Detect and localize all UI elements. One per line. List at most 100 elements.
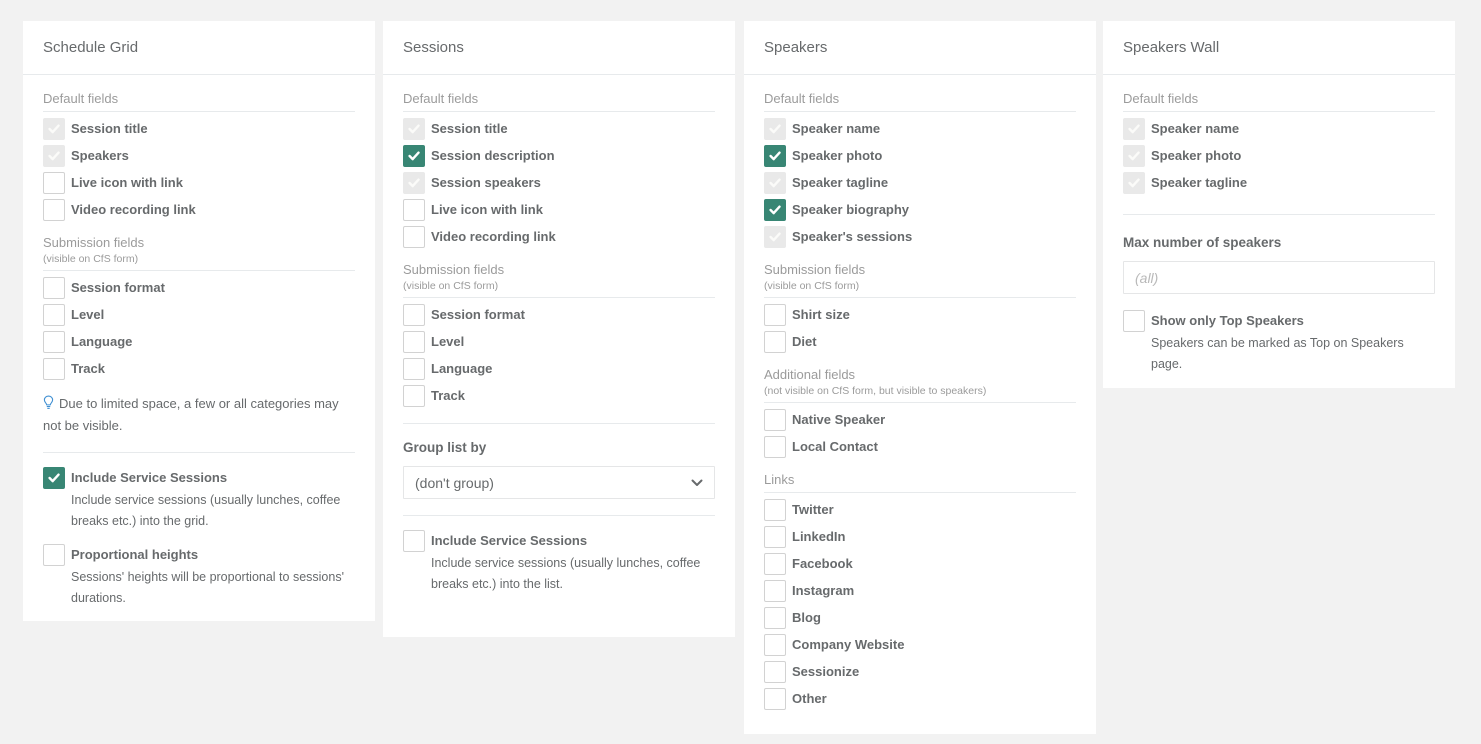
checkbox-text: Other — [792, 688, 1076, 710]
checkbox[interactable] — [43, 467, 65, 489]
checkbox-label[interactable]: Twitter — [792, 499, 834, 521]
checkbox-label[interactable]: Video recording link — [71, 199, 196, 221]
checkbox[interactable] — [43, 358, 65, 380]
check-icon — [1128, 124, 1140, 134]
checkbox[interactable] — [764, 634, 786, 656]
checkbox[interactable] — [764, 580, 786, 602]
check-icon — [769, 205, 781, 215]
checkbox-row: Language — [43, 331, 355, 353]
checkbox-text: Speaker's sessions — [792, 226, 1076, 248]
checkbox-label[interactable]: Session format — [71, 277, 165, 299]
checkbox-label[interactable]: Native Speaker — [792, 409, 885, 431]
max-speakers-input[interactable] — [1123, 261, 1435, 294]
checkbox-label[interactable]: Live icon with link — [71, 172, 183, 194]
checkbox[interactable] — [403, 145, 425, 167]
checkbox[interactable] — [403, 199, 425, 221]
checkbox-label[interactable]: Sessionize — [792, 661, 859, 683]
checkbox-label[interactable]: LinkedIn — [792, 526, 845, 548]
checkbox[interactable] — [764, 409, 786, 431]
panel-header: Speakers Wall — [1103, 21, 1455, 75]
checkbox[interactable] — [43, 304, 65, 326]
checkbox[interactable] — [764, 688, 786, 710]
checkbox[interactable] — [1123, 310, 1145, 332]
checkbox-row: Diet — [764, 331, 1076, 353]
checkbox-row: Video recording link — [43, 199, 355, 221]
checkbox[interactable] — [764, 331, 786, 353]
section-header: Default fields — [1123, 91, 1435, 112]
checkbox[interactable] — [43, 544, 65, 566]
check-icon — [769, 232, 781, 242]
checkbox-label[interactable]: Shirt size — [792, 304, 850, 326]
checkbox-text: Live icon with link — [71, 172, 355, 194]
checkbox-text: Show only Top SpeakersSpeakers can be ma… — [1151, 310, 1435, 375]
checkbox-label[interactable]: Language — [71, 331, 132, 353]
checkbox-text: Diet — [792, 331, 1076, 353]
checkbox-label: Speakers — [71, 145, 129, 167]
checkbox-list: Speaker nameSpeaker photoSpeaker tagline — [1123, 118, 1435, 194]
checkbox-label[interactable]: Live icon with link — [431, 199, 543, 221]
checkbox-label: Speaker tagline — [1151, 172, 1247, 194]
checkbox-label[interactable]: Local Contact — [792, 436, 878, 458]
checkbox[interactable] — [764, 607, 786, 629]
checkbox[interactable] — [764, 553, 786, 575]
checkbox-row: Speaker tagline — [1123, 172, 1435, 194]
checkbox-label[interactable]: Include Service Sessions — [431, 530, 587, 552]
checkbox[interactable] — [764, 436, 786, 458]
checkbox-label[interactable]: Language — [431, 358, 492, 380]
panel-speakers-wall: Speakers Wall Default fields Speaker nam… — [1103, 21, 1455, 388]
checkbox[interactable] — [43, 277, 65, 299]
checkbox[interactable] — [403, 385, 425, 407]
checkbox-label[interactable]: Track — [431, 385, 465, 407]
section-submission-fields: Submission fields (visible on CfS form) … — [764, 262, 1076, 353]
group-list-by-select[interactable]: (don't group) — [403, 466, 715, 499]
checkbox-text: Local Contact — [792, 436, 1076, 458]
checkbox-row: Live icon with link — [43, 172, 355, 194]
checkbox-row: Level — [403, 331, 715, 353]
checkbox-label[interactable]: Company Website — [792, 634, 904, 656]
checkbox-label[interactable]: Diet — [792, 331, 817, 353]
checkbox-label[interactable]: Track — [71, 358, 105, 380]
checkbox-text: Language — [71, 331, 355, 353]
checkbox-label[interactable]: Include Service Sessions — [71, 467, 227, 489]
checkbox-locked — [764, 118, 786, 140]
checkbox[interactable] — [403, 226, 425, 248]
checkbox[interactable] — [764, 199, 786, 221]
checkbox-label[interactable]: Session description — [431, 145, 555, 167]
checkbox[interactable] — [403, 530, 425, 552]
checkbox[interactable] — [764, 526, 786, 548]
checkbox-label: Speaker's sessions — [792, 226, 912, 248]
checkbox-label[interactable]: Video recording link — [431, 226, 556, 248]
checkbox[interactable] — [764, 499, 786, 521]
checkbox-label[interactable]: Facebook — [792, 553, 853, 575]
checkbox[interactable] — [764, 145, 786, 167]
checkbox-label[interactable]: Proportional heights — [71, 544, 198, 566]
section-header: Default fields — [764, 91, 1076, 112]
checkbox[interactable] — [764, 661, 786, 683]
checkbox-label[interactable]: Instagram — [792, 580, 854, 602]
option-list: Include Service SessionsInclude service … — [403, 530, 715, 595]
checkbox[interactable] — [764, 304, 786, 326]
checkbox-label[interactable]: Other — [792, 688, 827, 710]
checkbox[interactable] — [403, 331, 425, 353]
checkbox-label[interactable]: Blog — [792, 607, 821, 629]
checkbox[interactable] — [403, 304, 425, 326]
checkbox-label[interactable]: Speaker photo — [792, 145, 882, 167]
checkbox[interactable] — [43, 172, 65, 194]
checkbox-description: Include service sessions (usually lunche… — [71, 490, 355, 532]
checkbox-label: Speaker name — [1151, 118, 1239, 140]
checkbox-row: Session title — [403, 118, 715, 140]
checkbox-label[interactable]: Show only Top Speakers — [1151, 310, 1304, 332]
checkbox-label[interactable]: Level — [71, 304, 104, 326]
section-header: Default fields — [403, 91, 715, 112]
checkbox-text: Instagram — [792, 580, 1076, 602]
checkbox[interactable] — [43, 199, 65, 221]
panel-title: Speakers — [764, 39, 827, 56]
checkbox-row: Include Service SessionsInclude service … — [43, 467, 355, 532]
checkbox[interactable] — [43, 331, 65, 353]
check-icon — [769, 178, 781, 188]
checkbox-text: Include Service SessionsInclude service … — [71, 467, 355, 532]
checkbox-label[interactable]: Level — [431, 331, 464, 353]
checkbox[interactable] — [403, 358, 425, 380]
checkbox-label[interactable]: Session format — [431, 304, 525, 326]
checkbox-label[interactable]: Speaker biography — [792, 199, 909, 221]
